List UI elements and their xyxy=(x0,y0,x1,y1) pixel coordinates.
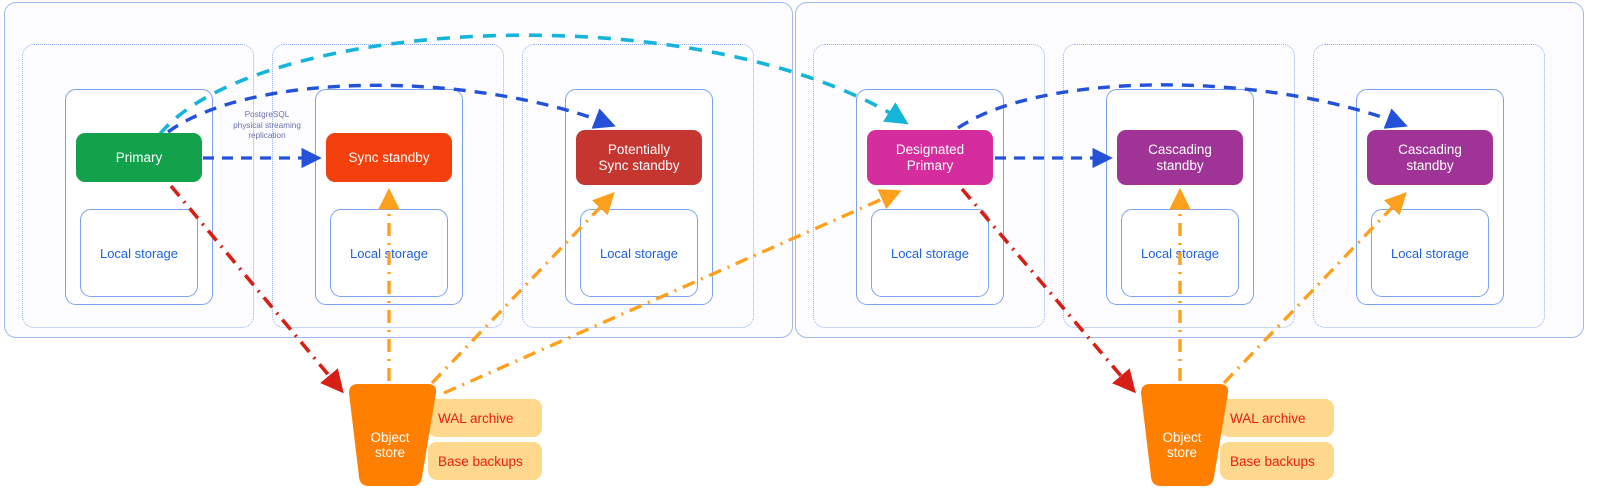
instance-cascading-standby-2-label: Cascading standby xyxy=(1398,141,1462,173)
c1-wal-archive-label: WAL archive xyxy=(438,410,514,426)
instance-potentially-sync-standby[interactable]: Potentially Sync standby xyxy=(576,130,702,185)
c2-wal-archive-label: WAL archive xyxy=(1230,410,1306,426)
instance-sync-standby[interactable]: Sync standby xyxy=(326,133,452,182)
c1-base-backups-tag: Base backups xyxy=(428,442,542,480)
instance-cascading-standby-2[interactable]: Cascading standby xyxy=(1367,130,1493,185)
instance-designated-primary[interactable]: Designated Primary xyxy=(867,130,993,185)
c1-wal-archive-tag: WAL archive xyxy=(428,399,542,437)
c2-az3-local-storage: Local storage xyxy=(1371,209,1489,297)
c1-object-store[interactable]: Object store xyxy=(339,381,441,489)
c2-az1-storage-label: Local storage xyxy=(890,245,970,261)
instance-cascading-standby-1[interactable]: Cascading standby xyxy=(1117,130,1243,185)
c2-az3-storage-label: Local storage xyxy=(1390,245,1470,261)
instance-designated-primary-label: Designated Primary xyxy=(895,141,965,173)
c1-base-backups-label: Base backups xyxy=(438,453,523,469)
instance-sync-standby-label: Sync standby xyxy=(348,149,430,165)
instance-potentially-sync-standby-label: Potentially Sync standby xyxy=(598,141,680,173)
instance-primary[interactable]: Primary xyxy=(76,133,202,182)
replication-annotation-text: PostgreSQL physical streaming replicatio… xyxy=(233,110,301,140)
c1-az3-local-storage: Local storage xyxy=(580,209,698,297)
c2-object-store[interactable]: Object store xyxy=(1131,381,1233,489)
replication-annotation: PostgreSQL physical streaming replicatio… xyxy=(229,110,305,142)
c2-az2-local-storage: Local storage xyxy=(1121,209,1239,297)
c1-az3-storage-label: Local storage xyxy=(599,245,679,261)
c2-az2-storage-label: Local storage xyxy=(1140,245,1220,261)
instance-primary-label: Primary xyxy=(115,149,163,165)
c1-az1-local-storage: Local storage xyxy=(80,209,198,297)
c1-az2-storage-label: Local storage xyxy=(349,245,429,261)
c2-az1-local-storage: Local storage xyxy=(871,209,989,297)
c1-az2-local-storage: Local storage xyxy=(330,209,448,297)
diagram-canvas: Kubernetes cluster #1 Availability Zone … xyxy=(0,0,1600,501)
c1-az1-storage-label: Local storage xyxy=(99,245,179,261)
c2-wal-archive-tag: WAL archive xyxy=(1220,399,1334,437)
c2-base-backups-tag: Base backups xyxy=(1220,442,1334,480)
c2-base-backups-label: Base backups xyxy=(1230,453,1315,469)
instance-cascading-standby-1-label: Cascading standby xyxy=(1148,141,1212,173)
